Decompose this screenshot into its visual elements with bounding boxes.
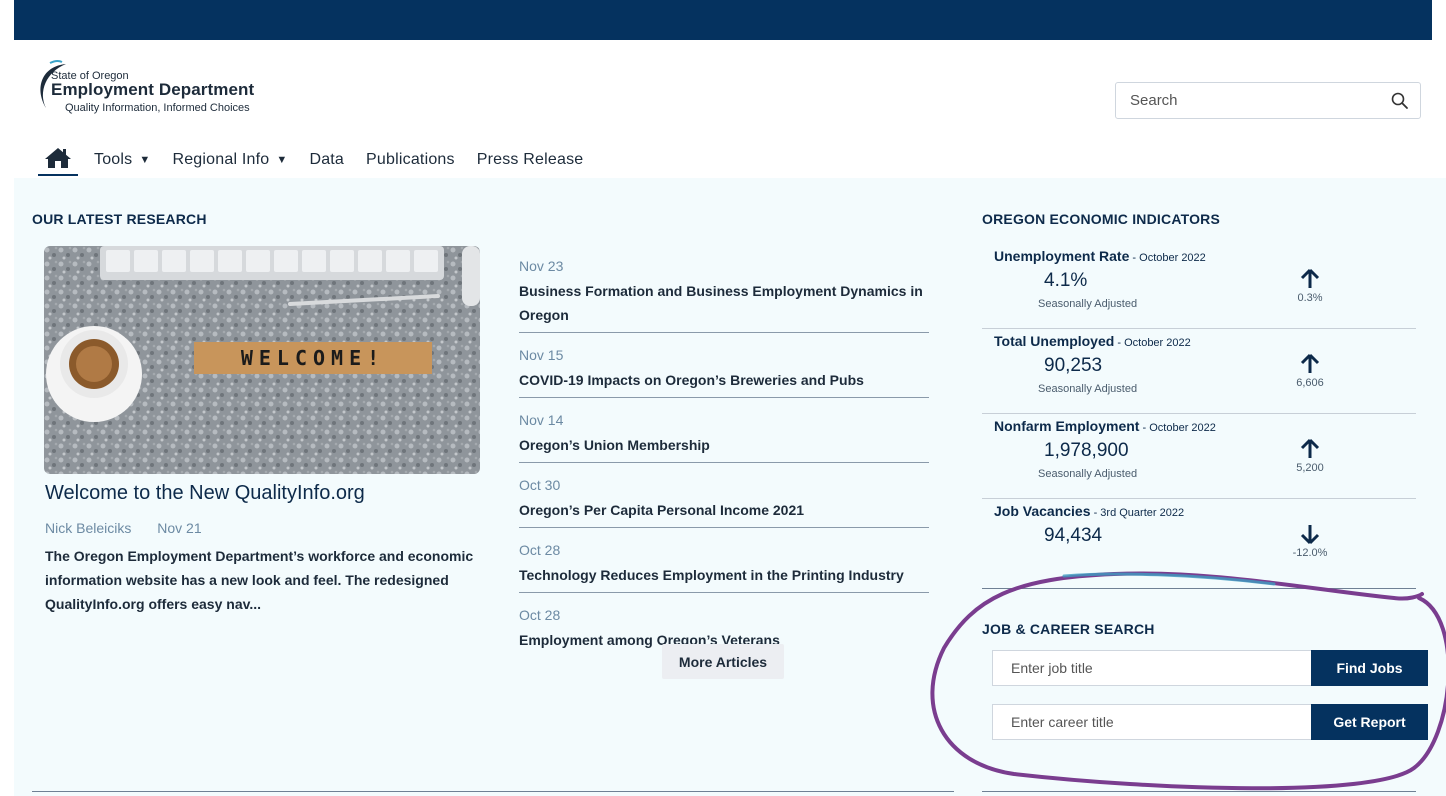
logo-tagline: Quality Information, Informed Choices: [65, 102, 250, 114]
nav-regional-info[interactable]: Regional Info ▼: [172, 151, 287, 169]
chevron-down-icon: ▼: [276, 154, 288, 166]
annotation-circle: [930, 571, 1446, 791]
page: State of Oregon Employment Department Qu…: [14, 0, 1446, 796]
home-icon: [45, 148, 71, 168]
logo-department: Employment Department: [51, 80, 255, 99]
nav-data[interactable]: Data: [309, 151, 344, 169]
top-banner: [14, 0, 1432, 40]
chevron-down-icon: ▼: [139, 154, 151, 166]
nav-home[interactable]: [38, 144, 78, 176]
search-input[interactable]: [1130, 83, 1370, 118]
nav-tools[interactable]: Tools ▼: [94, 151, 150, 169]
nav-press-release[interactable]: Press Release: [477, 151, 584, 169]
site-logo[interactable]: State of Oregon Employment Department Qu…: [32, 58, 312, 120]
search-icon[interactable]: [1390, 91, 1410, 111]
search-box: [1115, 82, 1421, 119]
site-header: State of Oregon Employment Department Qu…: [14, 40, 1446, 178]
nav-publications[interactable]: Publications: [366, 151, 455, 169]
main-content: OUR LATEST RESEARCH WELCOME! Welcome to …: [14, 178, 1446, 796]
main-nav: Tools ▼ Regional Info ▼ Data Publication…: [38, 144, 605, 176]
